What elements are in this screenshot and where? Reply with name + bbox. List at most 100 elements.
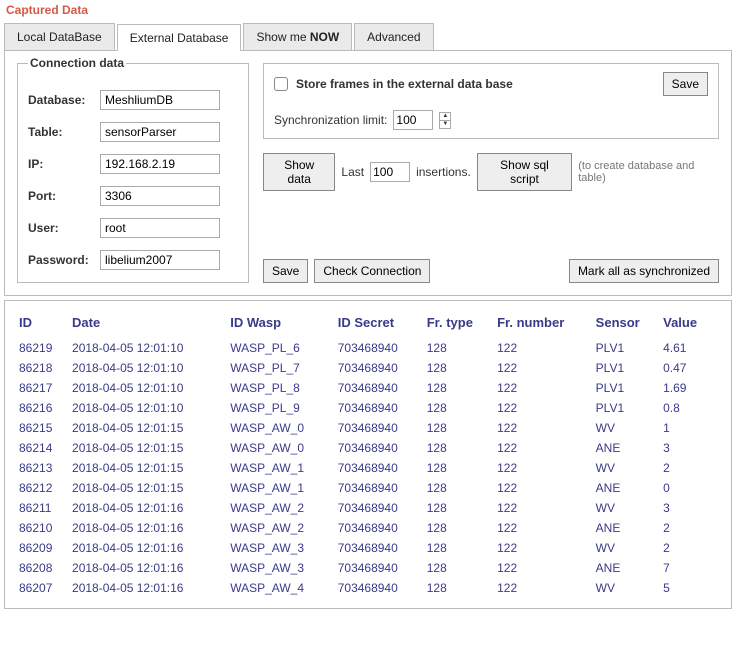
cell-sensor: WV — [596, 578, 663, 598]
cell-date: 2018-04-05 12:01:16 — [72, 518, 230, 538]
table-label: Table: — [28, 125, 100, 139]
cell-sensor: PLV1 — [596, 358, 663, 378]
data-panel: ID Date ID Wasp ID Secret Fr. type Fr. n… — [4, 300, 732, 609]
cell-fnum: 122 — [497, 578, 596, 598]
col-id-secret[interactable]: ID Secret — [338, 311, 427, 338]
cell-wasp: WASP_AW_1 — [230, 478, 338, 498]
data-table: ID Date ID Wasp ID Secret Fr. type Fr. n… — [19, 311, 717, 598]
table-header-row: ID Date ID Wasp ID Secret Fr. type Fr. n… — [19, 311, 717, 338]
cell-secret: 703468940 — [338, 518, 427, 538]
sql-hint: (to create database and table) — [578, 160, 719, 184]
cell-value: 2 — [663, 518, 717, 538]
table-row[interactable]: 862082018-04-05 12:01:16WASP_AW_37034689… — [19, 558, 717, 578]
table-row[interactable]: 862162018-04-05 12:01:10WASP_PL_97034689… — [19, 398, 717, 418]
store-frames-checkbox[interactable] — [274, 77, 288, 91]
cell-fnum: 122 — [497, 378, 596, 398]
user-input[interactable] — [100, 218, 220, 238]
store-frames-box: Store frames in the external data base S… — [263, 63, 719, 139]
cell-value: 7 — [663, 558, 717, 578]
cell-sensor: ANE — [596, 558, 663, 578]
sync-limit-input[interactable] — [393, 110, 433, 130]
cell-date: 2018-04-05 12:01:15 — [72, 458, 230, 478]
cell-ftype: 128 — [427, 358, 497, 378]
page-title: Captured Data — [0, 0, 736, 23]
table-row[interactable]: 862132018-04-05 12:01:15WASP_AW_17034689… — [19, 458, 717, 478]
port-input[interactable] — [100, 186, 220, 206]
cell-ftype: 128 — [427, 438, 497, 458]
cell-fnum: 122 — [497, 438, 596, 458]
save-button[interactable]: Save — [263, 259, 308, 283]
database-input[interactable] — [100, 90, 220, 110]
cell-date: 2018-04-05 12:01:15 — [72, 438, 230, 458]
show-data-button[interactable]: Show data — [263, 153, 335, 191]
tab-show-now-bold: NOW — [310, 30, 339, 44]
col-value[interactable]: Value — [663, 311, 717, 338]
cell-id: 86211 — [19, 498, 72, 518]
cell-wasp: WASP_AW_4 — [230, 578, 338, 598]
cell-wasp: WASP_AW_3 — [230, 538, 338, 558]
table-row[interactable]: 862152018-04-05 12:01:15WASP_AW_07034689… — [19, 418, 717, 438]
table-row[interactable]: 862182018-04-05 12:01:10WASP_PL_77034689… — [19, 358, 717, 378]
cell-fnum: 122 — [497, 538, 596, 558]
cell-date: 2018-04-05 12:01:10 — [72, 398, 230, 418]
col-fr-type[interactable]: Fr. type — [427, 311, 497, 338]
check-connection-button[interactable]: Check Connection — [314, 259, 430, 283]
table-row[interactable]: 862142018-04-05 12:01:15WASP_AW_07034689… — [19, 438, 717, 458]
table-row[interactable]: 862072018-04-05 12:01:16WASP_AW_47034689… — [19, 578, 717, 598]
cell-value: 0.8 — [663, 398, 717, 418]
cell-id: 86210 — [19, 518, 72, 538]
spinner-down-icon[interactable]: ▼ — [440, 121, 450, 128]
tab-local-db[interactable]: Local DataBase — [4, 23, 115, 50]
col-id[interactable]: ID — [19, 311, 72, 338]
show-sql-button[interactable]: Show sql script — [477, 153, 572, 191]
cell-ftype: 128 — [427, 578, 497, 598]
table-row[interactable]: 862172018-04-05 12:01:10WASP_PL_87034689… — [19, 378, 717, 398]
insertions-label: insertions. — [416, 165, 471, 179]
sync-limit-spinner[interactable]: ▲▼ — [439, 112, 451, 129]
cell-sensor: WV — [596, 498, 663, 518]
ip-input[interactable] — [100, 154, 220, 174]
cell-secret: 703468940 — [338, 418, 427, 438]
table-row[interactable]: 862122018-04-05 12:01:15WASP_AW_17034689… — [19, 478, 717, 498]
col-id-wasp[interactable]: ID Wasp — [230, 311, 338, 338]
table-row[interactable]: 862102018-04-05 12:01:16WASP_AW_27034689… — [19, 518, 717, 538]
connection-legend: Connection data — [28, 56, 126, 70]
mark-synchronized-button[interactable]: Mark all as synchronized — [569, 259, 719, 283]
cell-ftype: 128 — [427, 418, 497, 438]
store-save-button[interactable]: Save — [663, 72, 708, 96]
col-sensor[interactable]: Sensor — [596, 311, 663, 338]
cell-date: 2018-04-05 12:01:10 — [72, 358, 230, 378]
cell-secret: 703468940 — [338, 378, 427, 398]
cell-fnum: 122 — [497, 478, 596, 498]
cell-sensor: PLV1 — [596, 378, 663, 398]
table-row[interactable]: 862192018-04-05 12:01:10WASP_PL_67034689… — [19, 338, 717, 358]
tab-advanced[interactable]: Advanced — [354, 23, 433, 50]
cell-secret: 703468940 — [338, 558, 427, 578]
last-input[interactable] — [370, 162, 410, 182]
cell-id: 86219 — [19, 338, 72, 358]
spinner-up-icon[interactable]: ▲ — [440, 113, 450, 121]
col-fr-number[interactable]: Fr. number — [497, 311, 596, 338]
tab-show-now-prefix: Show me — [256, 30, 309, 44]
table-input[interactable] — [100, 122, 220, 142]
cell-fnum: 122 — [497, 458, 596, 478]
cell-date: 2018-04-05 12:01:16 — [72, 578, 230, 598]
cell-secret: 703468940 — [338, 358, 427, 378]
cell-wasp: WASP_AW_3 — [230, 558, 338, 578]
cell-date: 2018-04-05 12:01:16 — [72, 498, 230, 518]
cell-date: 2018-04-05 12:01:10 — [72, 338, 230, 358]
col-date[interactable]: Date — [72, 311, 230, 338]
cell-wasp: WASP_AW_1 — [230, 458, 338, 478]
cell-ftype: 128 — [427, 338, 497, 358]
cell-secret: 703468940 — [338, 458, 427, 478]
cell-id: 86218 — [19, 358, 72, 378]
cell-value: 3 — [663, 498, 717, 518]
table-row[interactable]: 862092018-04-05 12:01:16WASP_AW_37034689… — [19, 538, 717, 558]
tab-external-db[interactable]: External Database — [117, 24, 242, 51]
table-row[interactable]: 862112018-04-05 12:01:16WASP_AW_27034689… — [19, 498, 717, 518]
cell-date: 2018-04-05 12:01:16 — [72, 558, 230, 578]
cell-id: 86212 — [19, 478, 72, 498]
password-input[interactable] — [100, 250, 220, 270]
last-label: Last — [341, 165, 364, 179]
tab-show-now[interactable]: Show me NOW — [243, 23, 352, 50]
